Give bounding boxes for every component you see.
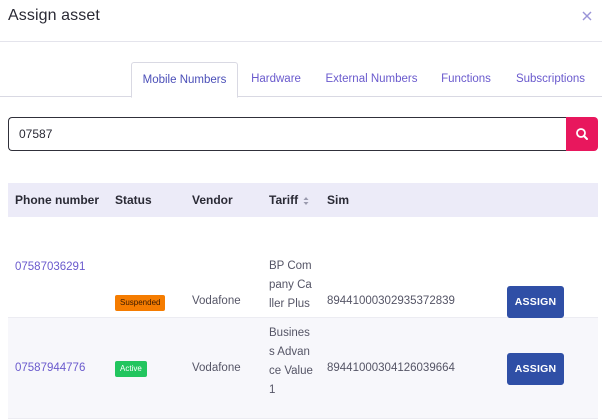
- phone-number-link[interactable]: 07587036291: [15, 261, 85, 273]
- asset-type-tabs: Mobile Numbers Hardware External Numbers…: [0, 62, 602, 98]
- column-sim[interactable]: Sim: [327, 183, 349, 217]
- dialog-header: Assign asset: [0, 0, 602, 42]
- tab-external-numbers[interactable]: External Numbers: [320, 62, 423, 97]
- close-icon[interactable]: [580, 9, 594, 23]
- status-badge: Active: [115, 361, 147, 377]
- column-vendor[interactable]: Vendor: [192, 183, 233, 217]
- vendor-text: Vodafone: [192, 295, 241, 307]
- tab-hardware[interactable]: Hardware: [243, 62, 309, 97]
- table-row: 07587944776 Active Vodafone Business Adv…: [8, 318, 598, 419]
- search-input[interactable]: [8, 117, 566, 151]
- tariff-text: Business Advance Value 1: [269, 327, 313, 396]
- status-badge: Suspended: [115, 295, 166, 311]
- tariff-text: BP Company Caller Plus: [269, 260, 312, 310]
- table-row: 07587036291 Suspended Vodafone BP Compan…: [8, 217, 598, 318]
- assign-button[interactable]: ASSIGN: [507, 353, 564, 385]
- dialog-title: Assign asset: [8, 7, 100, 24]
- column-tariff[interactable]: Tariff: [269, 183, 309, 217]
- sort-icon[interactable]: [303, 196, 309, 206]
- search-icon: [576, 128, 588, 140]
- column-tariff-label: Tariff: [269, 193, 299, 207]
- sim-text: 89441000302935372839: [327, 295, 455, 307]
- tab-mobile-numbers[interactable]: Mobile Numbers: [131, 62, 238, 98]
- search-bar: [8, 117, 598, 151]
- search-button[interactable]: [566, 117, 598, 151]
- sim-text: 89441000304126039664: [327, 362, 455, 374]
- phone-number-link[interactable]: 07587944776: [15, 362, 85, 374]
- column-phone-number[interactable]: Phone number: [15, 183, 99, 217]
- vendor-text: Vodafone: [192, 362, 241, 374]
- assign-button[interactable]: ASSIGN: [507, 286, 564, 318]
- tab-functions[interactable]: Functions: [434, 62, 498, 97]
- column-status[interactable]: Status: [115, 183, 152, 217]
- results-table: Phone number Status Vendor Tariff Sim 07…: [8, 183, 598, 419]
- tab-subscriptions[interactable]: Subscriptions: [509, 62, 592, 97]
- table-header: Phone number Status Vendor Tariff Sim: [8, 183, 598, 217]
